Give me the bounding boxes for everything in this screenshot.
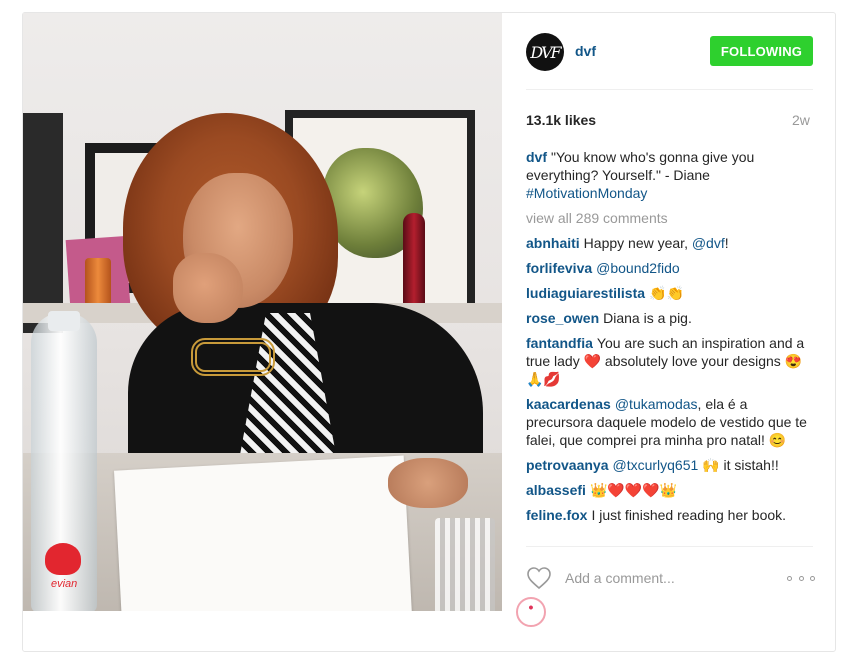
likes-count[interactable]: 13.1k likes bbox=[526, 112, 596, 128]
comment-text: ! bbox=[724, 235, 729, 251]
photo-paper bbox=[114, 455, 412, 611]
caption-hashtag[interactable]: #MotivationMonday bbox=[526, 185, 647, 201]
comment-username[interactable]: ludiaguiarestilista bbox=[526, 285, 645, 301]
comment-item: kaacardenas @tukamodas, ela é a precursor… bbox=[526, 395, 818, 449]
post-username[interactable]: dvf bbox=[575, 43, 596, 59]
photo-hand bbox=[388, 458, 468, 508]
heart-icon[interactable] bbox=[526, 566, 552, 590]
divider bbox=[526, 89, 813, 90]
comment-username[interactable]: fantandfia bbox=[526, 335, 593, 351]
post-photo[interactable]: evian bbox=[23, 13, 502, 611]
comment-mention[interactable]: @tukamodas bbox=[615, 396, 698, 412]
caption-text: "You know who's gonna give you everythin… bbox=[526, 149, 755, 183]
comment-mention[interactable]: @txcurlyq651 bbox=[612, 457, 698, 473]
post-age[interactable]: 2w bbox=[792, 112, 810, 128]
photo-background-frame bbox=[23, 113, 63, 333]
comment-item: feline.fox I just finished reading her bo… bbox=[526, 506, 818, 524]
comment-text: 👑❤️❤️❤️👑 bbox=[589, 482, 678, 498]
comment-item: fantandfia You are such an inspiration an… bbox=[526, 334, 818, 388]
photo-bottle-heart bbox=[45, 543, 81, 575]
dot-icon bbox=[810, 575, 815, 581]
comment-text: 👏👏 bbox=[649, 285, 684, 301]
comment-item: abnhaiti Happy new year, @dvf! bbox=[526, 234, 818, 252]
comment-item: rose_owen Diana is a pig. bbox=[526, 309, 818, 327]
more-options-icon[interactable] bbox=[787, 570, 815, 586]
photo-hand bbox=[173, 253, 243, 323]
comment-mention[interactable]: @dvf bbox=[692, 235, 725, 251]
comment-item: forlifeviva @bound2fido bbox=[526, 259, 818, 277]
comment-list: dvf "You know who's gonna give you everyt… bbox=[526, 148, 818, 531]
comment-username[interactable]: petrovaanya bbox=[526, 457, 608, 473]
comment-item: petrovaanya @txcurlyq651 🙌 it sistah!! bbox=[526, 456, 818, 474]
comment-username[interactable]: kaacardenas bbox=[526, 396, 611, 412]
comment-text: I just finished reading her book. bbox=[591, 507, 787, 523]
comment-mention[interactable]: @bound2fido bbox=[596, 260, 680, 276]
notification-badge-icon[interactable]: • bbox=[516, 597, 546, 627]
comment-username[interactable]: rose_owen bbox=[526, 310, 599, 326]
comment-username[interactable]: albassefi bbox=[526, 482, 586, 498]
caption-username[interactable]: dvf bbox=[526, 149, 547, 165]
comment-username[interactable]: forlifeviva bbox=[526, 260, 592, 276]
comment-item: albassefi 👑❤️❤️❤️👑 bbox=[526, 481, 818, 499]
comment-text: Diana is a pig. bbox=[603, 310, 692, 326]
comment-username[interactable]: abnhaiti bbox=[526, 235, 580, 251]
photo-glass bbox=[435, 518, 495, 611]
dot-icon bbox=[787, 575, 792, 581]
divider bbox=[526, 546, 813, 547]
dot-icon bbox=[798, 575, 804, 581]
photo-bottle-brand: evian bbox=[51, 578, 78, 590]
avatar[interactable]: DVF bbox=[526, 33, 564, 71]
comment-rows: abnhaiti Happy new year, @dvf! forlifeviva… bbox=[526, 234, 818, 524]
view-all-comments-link[interactable]: view all 289 comments bbox=[526, 209, 818, 227]
comment-text: Happy new year, bbox=[583, 235, 692, 251]
photo-orange-can bbox=[85, 258, 111, 306]
add-comment-input[interactable] bbox=[565, 568, 775, 588]
photo-chain-bracelet bbox=[191, 338, 275, 376]
following-button[interactable]: FOLLOWING bbox=[710, 36, 813, 66]
comment-item: ludiaguiarestilista 👏👏 bbox=[526, 284, 818, 302]
photo-bottle-cap bbox=[48, 311, 80, 331]
comment-text: 🙌 it sistah!! bbox=[698, 457, 779, 473]
caption: dvf "You know who's gonna give you everyt… bbox=[526, 148, 818, 202]
comment-username[interactable]: feline.fox bbox=[526, 507, 587, 523]
